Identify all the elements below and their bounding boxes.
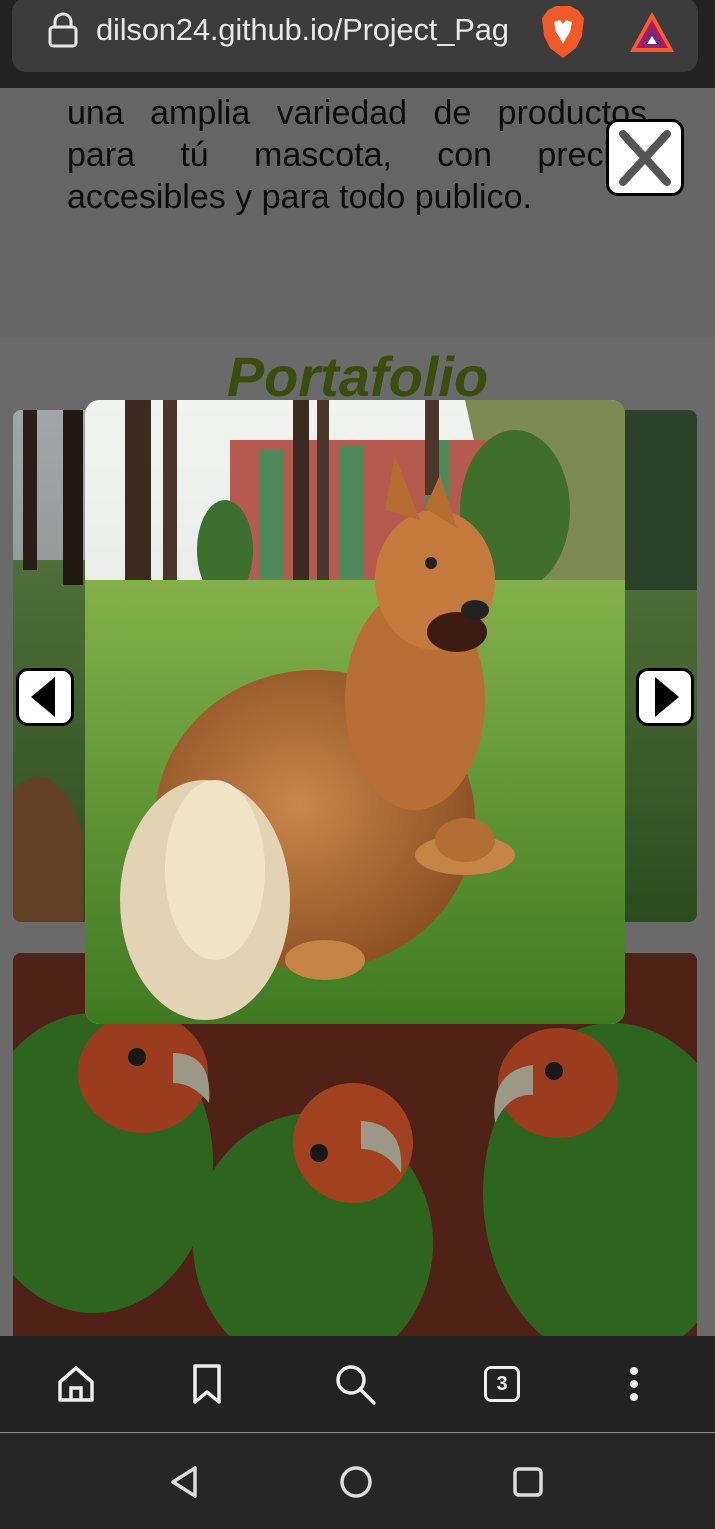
bat-rewards-icon[interactable]	[628, 10, 676, 54]
recents-icon[interactable]	[508, 1462, 548, 1502]
system-navigation-bar	[0, 1433, 715, 1529]
url-text[interactable]: dilson24.github.io/Project_Pag	[96, 12, 509, 48]
tab-count: 3	[484, 1366, 520, 1402]
arrow-left-icon	[31, 677, 55, 717]
lightbox-image	[85, 400, 625, 1024]
browser-top-bar: dilson24.github.io/Project_Pag	[0, 0, 715, 88]
more-icon[interactable]	[612, 1362, 656, 1406]
arrow-right-icon	[655, 677, 679, 717]
address-bar[interactable]: dilson24.github.io/Project_Pag	[12, 0, 698, 72]
home-icon[interactable]	[54, 1362, 98, 1406]
bookmark-icon[interactable]	[185, 1362, 229, 1406]
close-icon	[619, 130, 671, 186]
home-circle-icon[interactable]	[336, 1462, 376, 1502]
back-icon[interactable]	[165, 1462, 205, 1502]
close-button[interactable]	[606, 119, 684, 196]
browser-bottom-toolbar: 3	[0, 1336, 715, 1432]
lock-icon	[48, 12, 78, 48]
search-icon[interactable]	[333, 1362, 377, 1406]
brave-lion-icon[interactable]	[540, 6, 586, 58]
next-image-button[interactable]	[636, 668, 694, 726]
previous-image-button[interactable]	[16, 668, 74, 726]
dog-in-park-photo	[85, 400, 625, 1024]
tabs-button[interactable]: 3	[484, 1366, 528, 1410]
